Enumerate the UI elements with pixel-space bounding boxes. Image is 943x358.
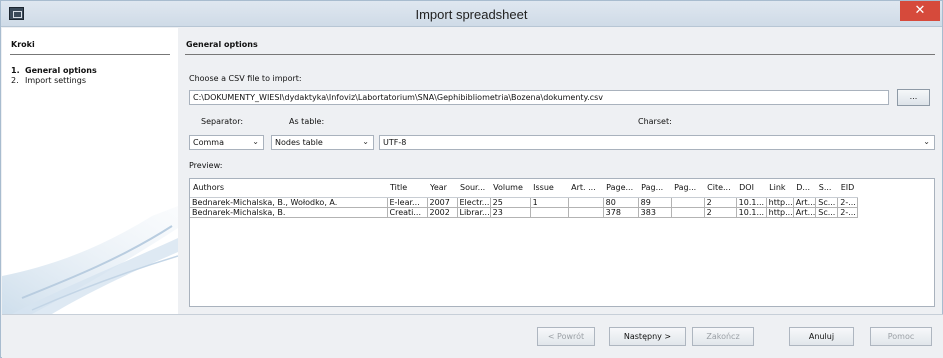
file-path-input[interactable]: C:\DOKUMENTY_WIESI\dydaktyka\Infoviz\Lab… [189,90,889,105]
table-cell: Art... [793,207,817,218]
table-cell: Librar... [457,207,491,218]
help-button[interactable]: Pomoc [870,327,932,346]
step-number: 1. [11,66,20,75]
chevron-down-icon: ⌄ [252,137,259,146]
steps-title: Kroki [11,40,35,49]
title-bar[interactable]: Import spreadsheet ✕ [1,1,942,27]
column-header[interactable]: Link [766,179,794,198]
table-row: Bednarek-Michalska, B. Creati... 2002 Libra… [190,207,859,218]
column-header[interactable]: Authors [190,179,387,198]
step-number: 2. [11,76,19,85]
table-row: Bednarek-Michalska, B., Wołodko, A. E-lea… [190,197,859,208]
separator-select[interactable]: Comma ⌄ [189,135,264,150]
column-header[interactable]: Page... [603,179,639,198]
column-header[interactable]: Art. ... [568,179,604,198]
as-table-select[interactable]: Nodes table ⌄ [271,135,374,150]
table-cell: 378 [603,207,639,218]
separator-label: Separator: [201,117,244,126]
step-import-settings: 2. Import settings [11,76,86,85]
table-cell: 2 [704,197,737,208]
column-header[interactable]: Title [387,179,427,198]
browse-button[interactable]: ... [897,89,930,106]
column-header[interactable]: Cite... [704,179,737,198]
table-cell: 89 [638,197,672,208]
choose-file-label: Choose a CSV file to import: [189,74,302,83]
table-cell: Sc... [815,197,839,208]
table-cell: 2002 [427,207,458,218]
section-divider [185,54,935,55]
chevron-down-icon: ⌄ [923,137,930,146]
table-header-row: Authors Title Year Sour... Volume Issue Art. .… [190,179,858,198]
table-cell: E-lear... [387,197,428,208]
finish-button[interactable]: Zakończ [692,327,754,346]
column-header[interactable]: Pag... [671,179,705,198]
table-cell: Sc... [815,207,839,218]
charset-value: UTF-8 [383,138,407,147]
back-button[interactable]: < Powrót [537,327,595,346]
table-cell: 2 [704,207,737,218]
table-cell: 10.1... [736,197,767,208]
next-button[interactable]: Następny > [609,327,686,346]
step-label: General options [25,66,97,75]
chevron-down-icon: ⌄ [362,137,369,146]
table-cell: Bednarek-Michalska, B. [190,207,388,218]
table-cell [671,207,705,218]
column-header[interactable]: Issue [530,179,569,198]
table-cell: http... [766,207,794,218]
preview-table: Authors Title Year Sour... Volume Issue Art. .… [190,179,859,218]
table-cell [530,207,569,218]
column-header[interactable]: EID [837,179,858,198]
table-cell [671,197,705,208]
column-header[interactable]: S... [815,179,838,198]
table-cell: 2-... [837,207,859,218]
table-cell [568,197,604,208]
table-cell: 80 [603,197,639,208]
table-cell: Art... [793,197,817,208]
close-button[interactable]: ✕ [900,1,940,21]
table-cell: 10.1... [736,207,767,218]
table-cell: 1 [530,197,569,208]
preview-label: Preview: [189,161,223,170]
step-label: Import settings [25,76,86,85]
table-cell: Electr... [457,197,491,208]
column-header[interactable]: Pag... [638,179,672,198]
column-header[interactable]: DOI [736,179,767,198]
table-cell: 25 [490,197,531,208]
separator-value: Comma [193,138,224,147]
column-header[interactable]: Year [427,179,457,198]
table-cell: 2-... [837,197,859,208]
column-header[interactable]: Sour... [457,179,491,198]
section-title: General options [186,40,258,49]
table-cell: Creati... [387,207,428,218]
charset-label: Charset: [638,117,672,126]
main-panel: General options Choose a CSV file to imp… [179,28,943,314]
table-cell: Bednarek-Michalska, B., Wołodko, A. [190,197,388,208]
step-general-options: 1. General options [11,66,97,75]
column-header[interactable]: Volume [490,179,531,198]
sidebar-divider [10,54,170,55]
preview-table-container[interactable]: Authors Title Year Sour... Volume Issue Art. .… [189,178,935,307]
window-title: Import spreadsheet [415,7,528,22]
table-cell: 383 [638,207,672,218]
table-cell: 23 [490,207,531,218]
table-cell: http... [766,197,794,208]
decorative-swoosh [2,206,178,314]
table-cell [568,207,604,218]
column-header[interactable]: D... [793,179,816,198]
as-table-label: As table: [289,117,325,126]
steps-sidebar: Kroki 1. General options 2. Import setting… [2,28,178,314]
as-table-value: Nodes table [275,138,323,147]
charset-select[interactable]: UTF-8 ⌄ [379,135,935,150]
cancel-button[interactable]: Anuluj [789,327,854,346]
table-cell: 2007 [427,197,458,208]
dialog-footer: < Powrót Następny > Zakończ Anuluj Pomoc [2,314,943,358]
import-spreadsheet-dialog: Import spreadsheet ✕ Kroki 1. General opt… [0,0,943,358]
